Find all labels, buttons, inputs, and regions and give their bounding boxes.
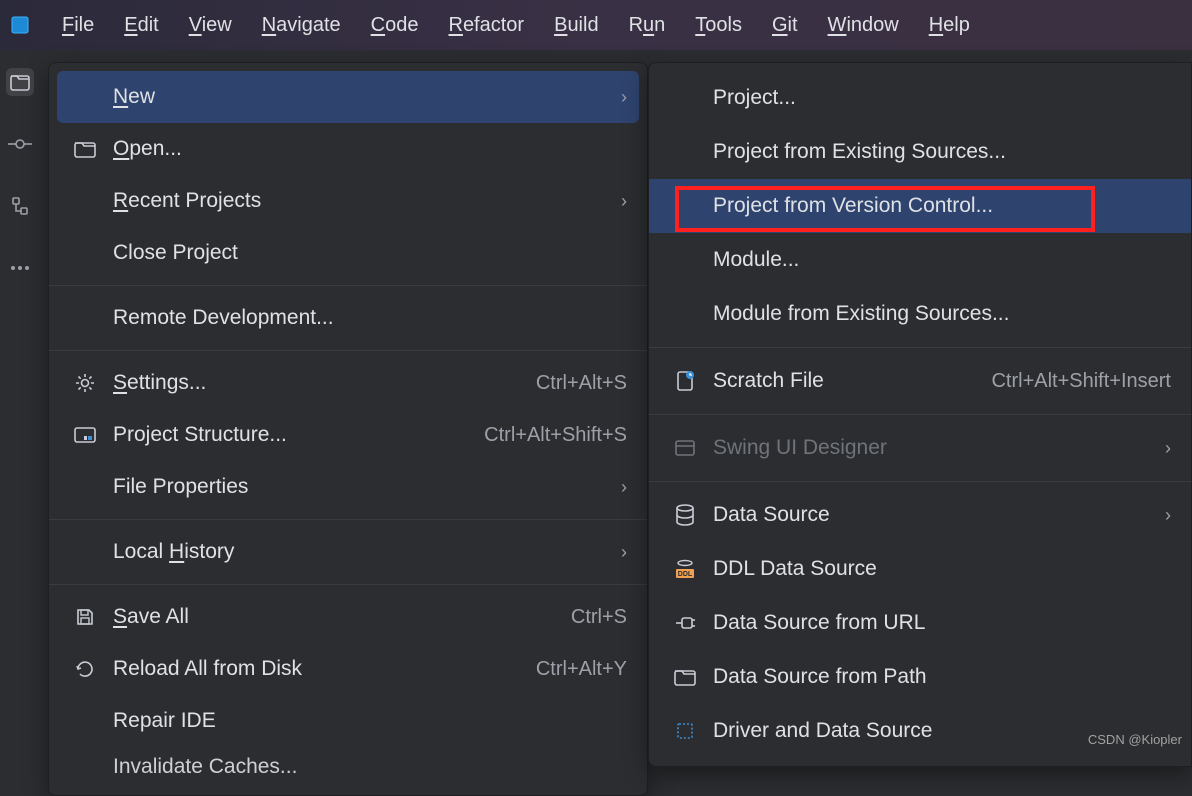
menu-item-repair-ide[interactable]: Repair IDE <box>49 695 647 747</box>
sidebar-project-icon[interactable] <box>6 68 34 96</box>
chevron-right-icon: › <box>621 87 627 108</box>
shortcut-label: Ctrl+Alt+Shift+S <box>484 424 627 447</box>
separator <box>649 414 1191 415</box>
scratch-icon <box>673 370 697 392</box>
menu-item-save-all[interactable]: Save All Ctrl+S <box>49 591 647 643</box>
app-icon <box>8 13 32 37</box>
submenu-item-module-existing[interactable]: Module from Existing Sources... <box>649 287 1191 341</box>
driver-icon <box>673 721 697 741</box>
plug-icon <box>673 614 697 632</box>
shortcut-label: Ctrl+S <box>571 606 627 629</box>
chevron-right-icon: › <box>621 542 627 563</box>
menu-file[interactable]: File <box>48 6 108 45</box>
menu-view[interactable]: View <box>175 6 246 45</box>
submenu-item-driver-data-source[interactable]: Driver and Data Source <box>649 704 1191 758</box>
svg-text:DDL: DDL <box>678 571 693 578</box>
menu-item-project-structure[interactable]: Project Structure... Ctrl+Alt+Shift+S <box>49 409 647 461</box>
separator <box>49 519 647 520</box>
separator <box>49 584 647 585</box>
menu-run[interactable]: Run <box>615 6 680 45</box>
separator <box>649 481 1191 482</box>
menu-item-reload-all[interactable]: Reload All from Disk Ctrl+Alt+Y <box>49 643 647 695</box>
submenu-item-data-source[interactable]: Data Source › <box>649 488 1191 542</box>
menu-build[interactable]: Build <box>540 6 612 45</box>
gear-icon <box>73 372 97 394</box>
separator <box>649 347 1191 348</box>
menubar: File Edit View Navigate Code Refactor Bu… <box>0 0 1192 50</box>
menu-item-open[interactable]: Open... <box>49 123 647 175</box>
menu-item-settings[interactable]: Settings... Ctrl+Alt+S <box>49 357 647 409</box>
sidebar-commit-icon[interactable] <box>6 130 34 158</box>
reload-icon <box>73 658 97 680</box>
chevron-right-icon: › <box>1165 438 1171 459</box>
chevron-right-icon: › <box>621 477 627 498</box>
folder-icon <box>673 668 697 686</box>
database-icon <box>673 504 697 526</box>
sidebar <box>0 50 40 751</box>
menu-edit[interactable]: Edit <box>110 6 172 45</box>
folder-icon <box>73 140 97 158</box>
structure-icon <box>73 426 97 444</box>
new-submenu: Project... Project from Existing Sources… <box>648 62 1192 767</box>
save-icon <box>73 607 97 627</box>
separator <box>49 350 647 351</box>
menu-help[interactable]: Help <box>915 6 984 45</box>
sidebar-structure-icon[interactable] <box>6 192 34 220</box>
chevron-right-icon: › <box>1165 505 1171 526</box>
shortcut-label: Ctrl+Alt+Y <box>536 658 627 681</box>
menu-item-remote-development[interactable]: Remote Development... <box>49 292 647 344</box>
submenu-item-module[interactable]: Module... <box>649 233 1191 287</box>
sidebar-more-icon[interactable] <box>6 254 34 282</box>
submenu-item-project-vcs[interactable]: Project from Version Control... <box>649 179 1191 233</box>
menu-git[interactable]: Git <box>758 6 812 45</box>
submenu-item-project-existing[interactable]: Project from Existing Sources... <box>649 125 1191 179</box>
menu-navigate[interactable]: Navigate <box>248 6 355 45</box>
menu-item-close-project[interactable]: Close Project <box>49 227 647 279</box>
menu-tools[interactable]: Tools <box>681 6 756 45</box>
submenu-item-ddl-data-source[interactable]: DDL DDL Data Source <box>649 542 1191 596</box>
menu-code[interactable]: Code <box>357 6 433 45</box>
submenu-item-swing-designer[interactable]: Swing UI Designer › <box>649 421 1191 475</box>
submenu-item-data-source-path[interactable]: Data Source from Path <box>649 650 1191 704</box>
separator <box>49 285 647 286</box>
menu-item-local-history[interactable]: Local History › <box>49 526 647 578</box>
watermark: CSDN @Kiopler <box>1088 732 1182 747</box>
menu-item-recent-projects[interactable]: Recent Projects › <box>49 175 647 227</box>
chevron-right-icon: › <box>621 191 627 212</box>
menu-refactor[interactable]: Refactor <box>434 6 538 45</box>
menu-window[interactable]: Window <box>814 6 913 45</box>
file-menu-dropdown: New › Open... Recent Projects › Close Pr… <box>48 62 648 796</box>
menu-item-new[interactable]: New › <box>57 71 639 123</box>
submenu-item-scratch-file[interactable]: Scratch File Ctrl+Alt+Shift+Insert <box>649 354 1191 408</box>
window-icon <box>673 439 697 457</box>
menu-item-invalidate-caches[interactable]: Invalidate Caches... <box>49 747 647 787</box>
ddl-icon: DDL <box>673 559 697 579</box>
submenu-item-project[interactable]: Project... <box>649 71 1191 125</box>
shortcut-label: Ctrl+Alt+S <box>536 372 627 395</box>
shortcut-label: Ctrl+Alt+Shift+Insert <box>991 370 1171 393</box>
menu-item-file-properties[interactable]: File Properties › <box>49 461 647 513</box>
submenu-item-data-source-url[interactable]: Data Source from URL <box>649 596 1191 650</box>
